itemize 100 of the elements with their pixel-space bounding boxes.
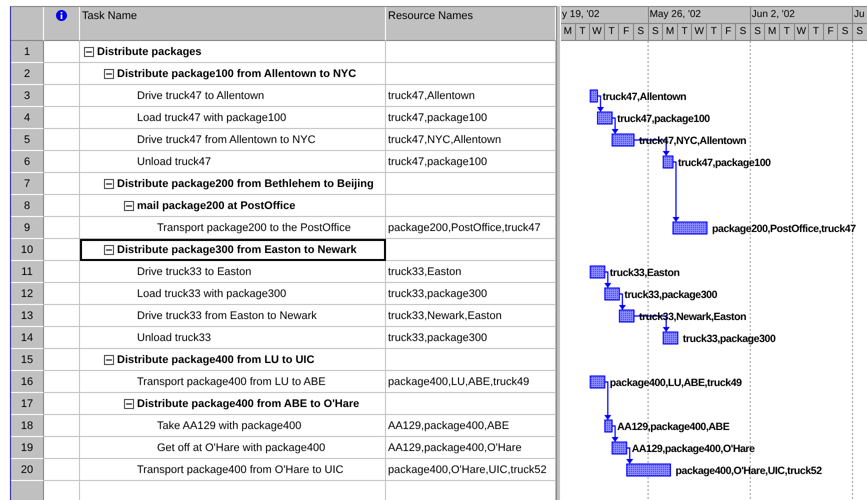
day-label: S [634, 24, 648, 40]
bar-label: truck47,Allentown [602, 91, 686, 103]
row-number[interactable]: 4 [11, 107, 44, 129]
task-bar[interactable] [590, 376, 606, 388]
row-number[interactable]: 9 [11, 217, 44, 239]
task-name-cell[interactable]: Distribute packages [80, 41, 386, 63]
collapse-icon[interactable] [124, 398, 134, 408]
indicator-cell [44, 371, 80, 393]
day-label: W [692, 24, 707, 40]
day-label: T [706, 24, 722, 40]
task-name-cell[interactable]: Transport package400 from O'Hare to UIC [80, 459, 386, 481]
task-name-cell[interactable]: Distribute package100 from Allentown to NYC [80, 63, 386, 85]
task-bar[interactable] [604, 288, 620, 300]
collapse-icon[interactable] [104, 178, 114, 188]
task-name-cell[interactable]: Drive truck47 from Allentown to NYC [80, 129, 386, 151]
task-bar[interactable] [612, 134, 634, 146]
task-name-cell[interactable]: Get off at O'Hare with package400 [80, 437, 386, 459]
row-number[interactable]: 18 [11, 415, 44, 437]
indicator-cell [44, 85, 80, 107]
task-name-cell[interactable]: Distribute package400 from ABE to O'Hare [80, 393, 386, 415]
day-label: M [663, 24, 678, 40]
task-name-cell[interactable]: Drive truck33 from Easton to Newark [80, 305, 386, 327]
row-number[interactable]: 1 [11, 41, 44, 63]
row-number[interactable] [11, 481, 44, 500]
indicator-cell [44, 349, 80, 371]
task-name-cell[interactable]: Distribute package400 from LU to UIC [80, 349, 386, 371]
bar-label: truck33,package300 [624, 289, 718, 301]
collapse-icon[interactable] [84, 46, 94, 56]
indicator-cell [44, 217, 80, 239]
task-name-cell[interactable]: Distribute package300 from Easton to Newark [80, 239, 386, 261]
row-number[interactable]: 14 [11, 327, 44, 349]
day-label: T [604, 24, 620, 40]
day-label: T [576, 24, 590, 40]
day-label: F [824, 24, 838, 40]
task-bar[interactable] [618, 310, 634, 322]
bar-label: AA129,package400,ABE [617, 421, 730, 433]
task-bar[interactable] [672, 222, 708, 234]
column-header[interactable]: Resource Names [386, 7, 556, 41]
task-name-cell[interactable]: Load truck33 with package300 [80, 283, 386, 305]
collapse-icon[interactable] [104, 354, 114, 364]
row-number[interactable]: 7 [11, 173, 44, 195]
task-name-cell[interactable]: Unload truck33 [80, 327, 386, 349]
task-bar[interactable] [597, 112, 613, 124]
row-number[interactable]: 19 [11, 437, 44, 459]
row-number[interactable]: 8 [11, 195, 44, 217]
task-bar[interactable] [590, 266, 606, 278]
row-number[interactable]: 5 [11, 129, 44, 151]
task-name-cell[interactable]: mail package200 at PostOffice [80, 195, 386, 217]
task-bar[interactable] [612, 442, 628, 454]
task-name-cell[interactable]: Take AA129 with package400 [80, 415, 386, 437]
row-number[interactable]: 15 [11, 349, 44, 371]
collapse-icon[interactable] [104, 68, 114, 78]
day-label: W [794, 24, 810, 40]
bar-label: package400,O'Hare,UIC,truck52 [676, 465, 822, 477]
task-bar[interactable] [590, 90, 598, 102]
row-number[interactable]: 11 [11, 261, 44, 283]
task-name-cell[interactable]: Drive truck33 to Easton [80, 261, 386, 283]
indicator-cell [44, 283, 80, 305]
task-name-cell[interactable]: Distribute package200 from Bethlehem to Beijing [80, 173, 386, 195]
column-header[interactable]: Task Name [80, 7, 386, 41]
row-number[interactable]: 12 [11, 283, 44, 305]
indicator-cell [44, 129, 80, 151]
day-label: S [750, 24, 766, 40]
task-bar[interactable] [662, 156, 674, 168]
day-label: S [838, 24, 852, 40]
collapse-icon[interactable] [124, 200, 134, 210]
bar-label: truck33,Newark,Easton [639, 311, 746, 323]
bar-label: package400,LU,ABE,truck49 [610, 377, 742, 389]
task-bar[interactable] [626, 464, 671, 476]
indicator-cell [44, 173, 80, 195]
bar-label: truck47,package100 [678, 157, 771, 169]
indicator-header[interactable] [44, 7, 80, 41]
row-number[interactable]: 20 [11, 459, 44, 481]
row-number[interactable]: 17 [11, 393, 44, 415]
indicator-cell [44, 195, 80, 217]
collapse-icon[interactable] [104, 244, 114, 254]
indicator-cell [44, 41, 80, 63]
indicator-cell [44, 261, 80, 283]
row-number[interactable]: 13 [11, 305, 44, 327]
indicator-cell [44, 107, 80, 129]
indicator-cell [44, 437, 80, 459]
task-name-cell[interactable]: Transport package200 to the PostOffice [80, 217, 386, 239]
row-number[interactable]: 2 [11, 63, 44, 85]
row-number[interactable]: 16 [11, 371, 44, 393]
day-label: F [619, 24, 634, 40]
task-bar[interactable] [604, 420, 613, 432]
indicator-cell [44, 151, 80, 173]
task-bar[interactable] [662, 332, 678, 344]
indicator-cell [44, 63, 80, 85]
task-name-cell[interactable]: Drive truck47 to Allentown [80, 85, 386, 107]
task-name-cell[interactable]: Unload truck47 [80, 151, 386, 173]
task-name-cell[interactable]: Transport package400 from LU to ABE [80, 371, 386, 393]
day-label: S [736, 24, 750, 40]
indicator-cell [44, 393, 80, 415]
task-name-cell[interactable]: Load truck47 with package100 [80, 107, 386, 129]
row-number[interactable]: 3 [11, 85, 44, 107]
day-label: T [809, 24, 824, 40]
day-label: T [780, 24, 795, 40]
row-number[interactable]: 10 [11, 239, 44, 261]
row-number[interactable]: 6 [11, 151, 44, 173]
